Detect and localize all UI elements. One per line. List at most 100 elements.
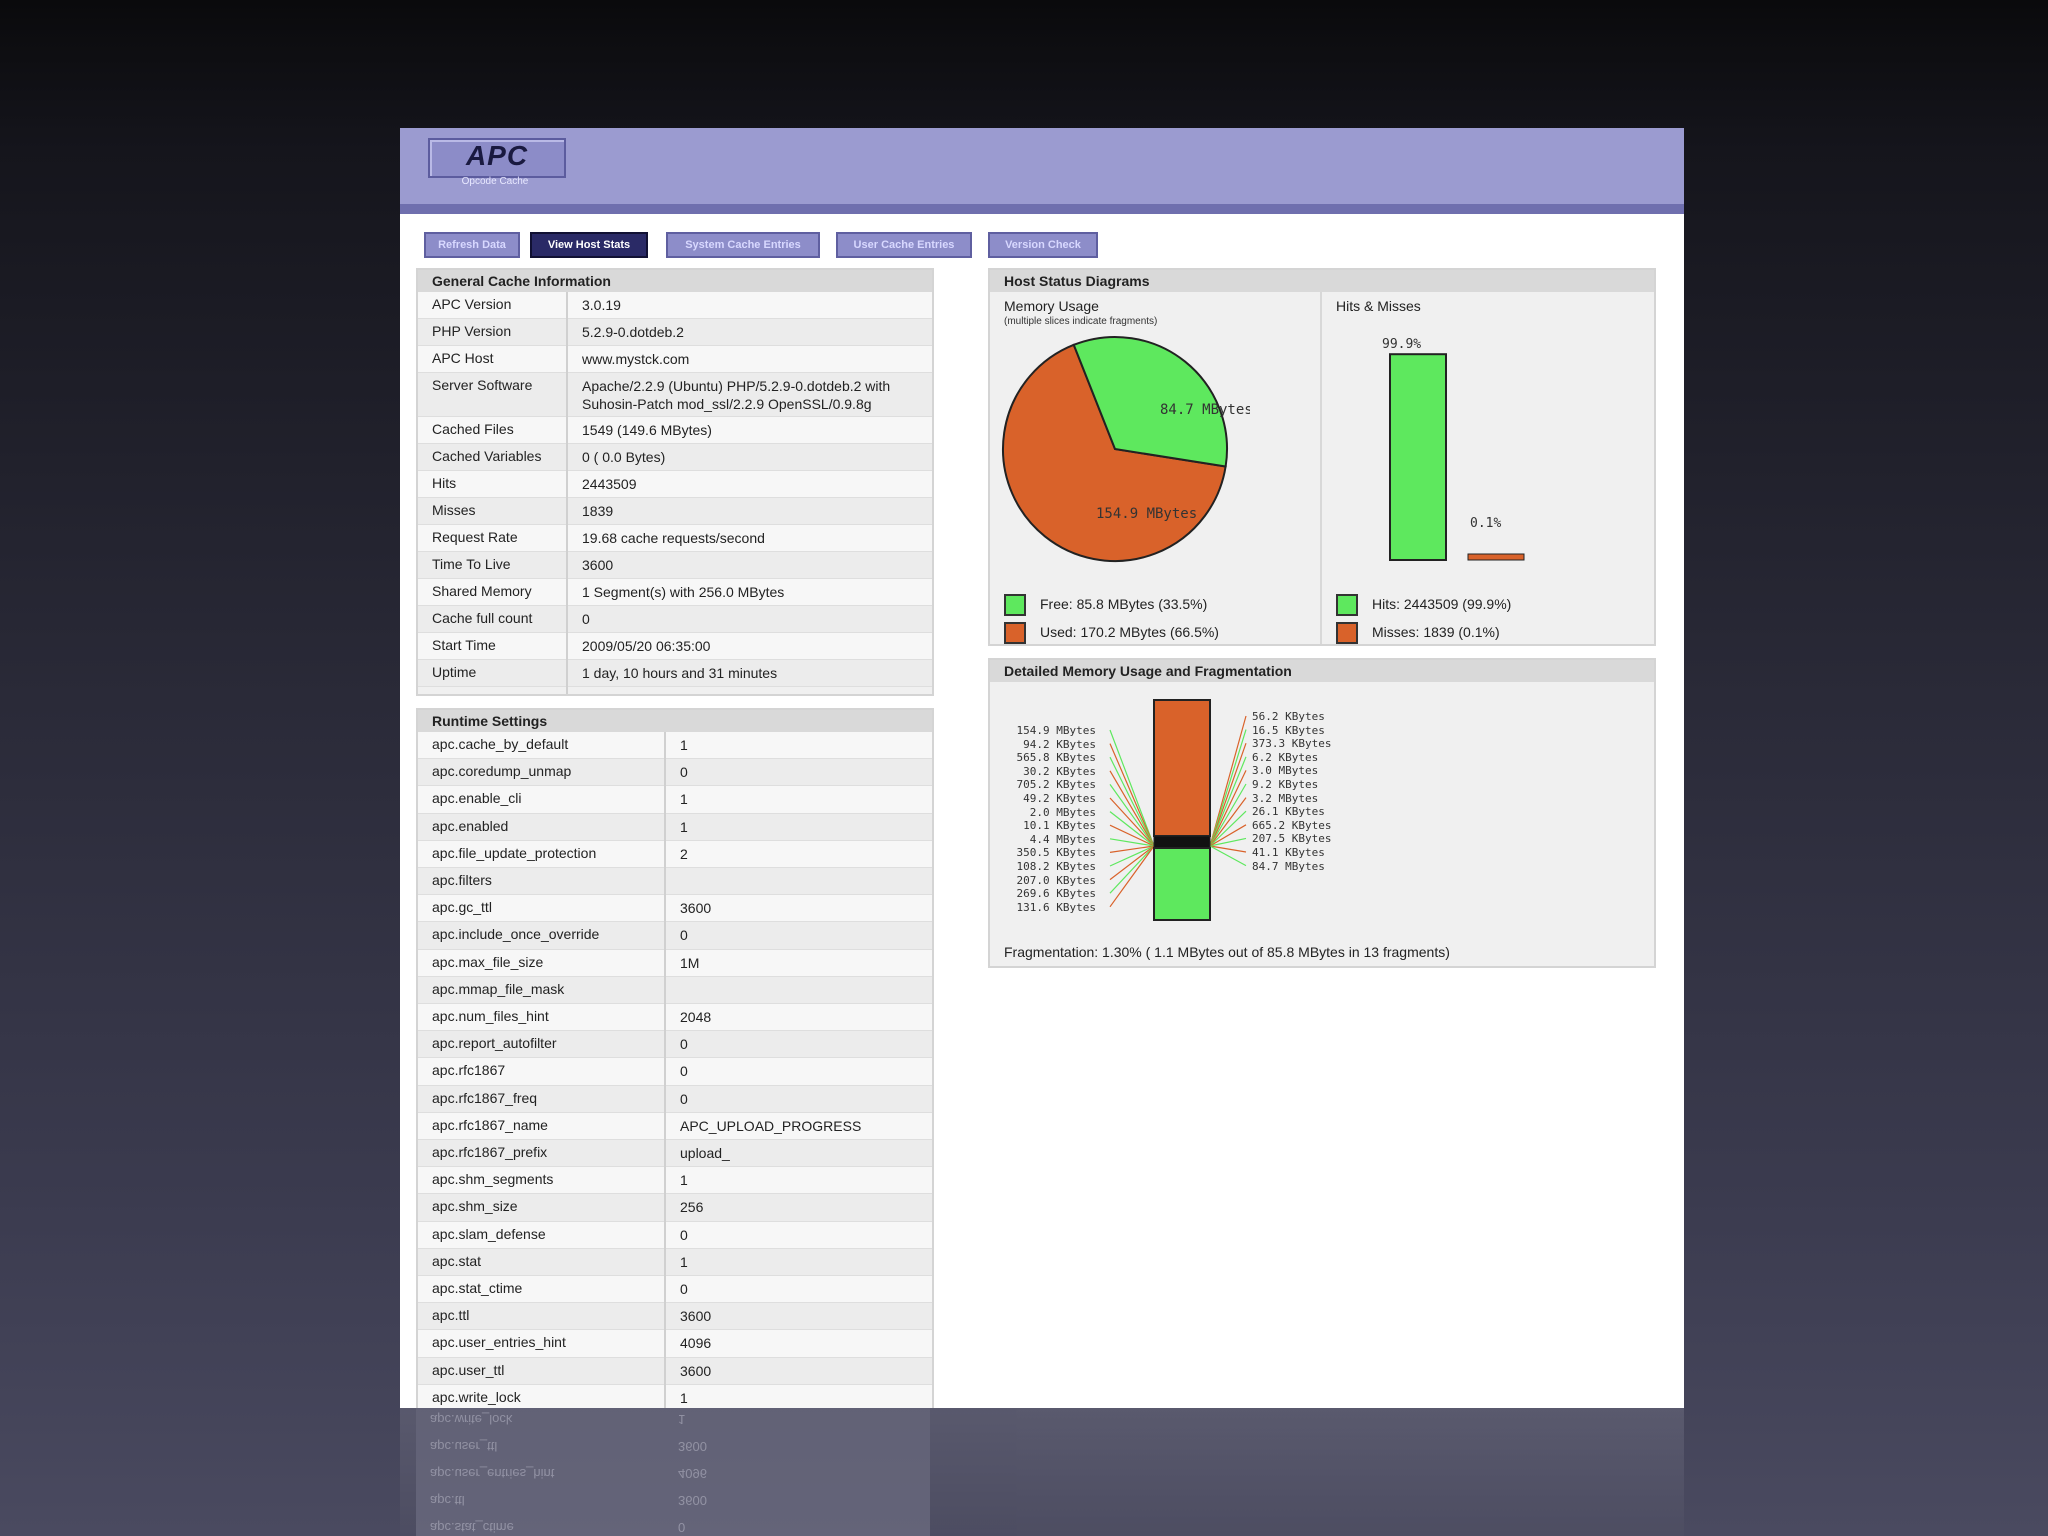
runtime-setting-row: apc.stat_ctime 0: [418, 1276, 932, 1304]
runtime-setting-value: 0: [680, 1226, 688, 1243]
runtime-settings-panel: Runtime Settings apc.cache_by_default 1 ap…: [416, 708, 934, 1408]
runtime-setting-value: 3600: [680, 1308, 712, 1325]
apc-logo[interactable]: APC: [428, 138, 566, 178]
fragment-label-left: 2.0 MBytes: [1029, 805, 1096, 819]
runtime-setting-key: apc.ttl: [432, 1307, 470, 1324]
runtime-setting-key: apc.num_files_hint: [432, 1008, 549, 1024]
fragment-label-right: 3.2 MBytes: [1252, 791, 1319, 805]
view-host-stats-tab[interactable]: View Host Stats: [530, 232, 648, 258]
runtime-setting-key: apc.report_autofilter: [432, 1035, 557, 1052]
runtime-setting-row: apc.rfc1867 0: [418, 1058, 932, 1086]
fragment-connector-right: [1209, 743, 1247, 847]
general-cache-info-panel: General Cache Information APC Version 3.0…: [416, 268, 934, 696]
runtime-setting-value: 0: [680, 1281, 688, 1297]
pie-used-label: 154.9 MBytes: [1096, 506, 1197, 522]
runtime-setting-value: 1: [680, 737, 688, 753]
runtime-setting-key: apc.include_once_override: [432, 926, 600, 943]
runtime-setting-row: apc.ttl 3600: [418, 1303, 932, 1331]
runtime-setting-row: apc.enable_cli 1: [418, 786, 932, 814]
reflection-value: 0: [678, 1520, 686, 1535]
general-info-value: Apache/2.2.9 (Ubuntu) PHP/5.2.9-0.dotdeb…: [582, 378, 891, 394]
runtime-setting-row: apc.shm_segments 1: [418, 1167, 932, 1195]
reflection-key: apc.write_lock: [430, 1412, 513, 1427]
reflection-value: 1: [678, 1412, 686, 1427]
legend-hits-text: Hits: 2443509 (99.9%): [1372, 596, 1512, 612]
fragment-label-left: 154.9 MBytes: [1016, 724, 1096, 737]
general-info-value: 1 day, 10 hours and 31 minutes: [582, 665, 778, 681]
system-cache-entries-tab[interactable]: System Cache Entries: [666, 232, 820, 258]
fragment-label-left: 10.1 KBytes: [1023, 819, 1096, 833]
runtime-setting-value: 1: [680, 818, 688, 835]
general-info-key: APC Version: [432, 296, 512, 312]
fragment-label-right: 665.2 KBytes: [1252, 818, 1332, 832]
hits-pct-label: 99.9%: [1382, 337, 1421, 352]
memory-usage-pie: 84.7 MBytes 154.9 MBytes: [1002, 336, 1250, 562]
fragment-label-left: 565.8 KBytes: [1016, 751, 1096, 765]
fragment-connector-right: [1209, 797, 1247, 847]
runtime-setting-value: 2: [680, 845, 688, 862]
logo-title: APC: [465, 140, 529, 171]
hits-bar: [1389, 353, 1447, 562]
fragment-label-left: 131.6 KBytes: [1016, 900, 1096, 914]
fragment-label-left: 350.5 KBytes: [1016, 846, 1096, 860]
runtime-setting-key: apc.stat: [432, 1252, 482, 1269]
general-info-value: 0: [582, 611, 590, 627]
runtime-setting-key: apc.filters: [432, 872, 492, 888]
legend-hits-swatch: [1336, 594, 1358, 616]
runtime-setting-value: APC_UPLOAD_PROGRESS: [680, 1117, 862, 1134]
runtime-setting-value: upload_: [680, 1145, 730, 1161]
legend-misses-swatch: [1336, 622, 1358, 644]
runtime-setting-key: apc.user_ttl: [432, 1361, 505, 1378]
general-info-key: Start Time: [432, 637, 496, 653]
runtime-setting-row: apc.file_update_protection 2: [418, 840, 932, 868]
runtime-setting-row: apc.stat 1: [418, 1248, 932, 1276]
runtime-setting-row: apc.gc_ttl 3600: [418, 895, 932, 923]
runtime-setting-row: apc.enabled 1: [418, 813, 932, 841]
runtime-setting-key: apc.rfc1867_name: [432, 1116, 548, 1133]
runtime-setting-value: 0: [680, 764, 688, 781]
slide-reflection: apc.write_lock 1 apc.user_ttl 3600 apc.user_…: [400, 1408, 1684, 1536]
logo-subtitle: Opcode Cache: [461, 176, 529, 187]
refresh-data-button[interactable]: Refresh Data: [424, 232, 520, 258]
general-info-row: APC Host www.mystck.com: [418, 346, 932, 373]
reflection-value: 4096: [678, 1466, 707, 1481]
fragment-label-left: 207.0 KBytes: [1016, 873, 1096, 887]
general-info-key: Request Rate: [432, 529, 518, 545]
fragment-label-right: 207.5 KBytes: [1252, 832, 1332, 846]
runtime-setting-value: 3600: [680, 1362, 712, 1379]
reflection-key: apc.user_ttl: [430, 1439, 498, 1454]
misses-pct-label: 0.1%: [1470, 516, 1501, 531]
fragment-label-right: 26.1 KBytes: [1252, 805, 1325, 819]
general-info-key: Uptime: [432, 664, 477, 680]
fragment-label-right: 56.2 KBytes: [1252, 710, 1325, 723]
runtime-setting-row: apc.max_file_size 1M: [418, 949, 932, 977]
runtime-setting-row: apc.user_entries_hint 4096: [418, 1330, 932, 1358]
fragment-label-left: 705.2 KBytes: [1016, 778, 1096, 792]
reflection-value: 3600: [678, 1439, 707, 1454]
fragment-label-right: 373.3 KBytes: [1252, 737, 1332, 751]
runtime-setting-value: 0: [680, 927, 688, 944]
runtime-setting-value: 4096: [680, 1335, 712, 1352]
general-info-value: 2009/05/20 06:35:00: [582, 638, 711, 654]
fragment-label-left: 269.6 KBytes: [1016, 887, 1096, 901]
user-cache-entries-tab[interactable]: User Cache Entries: [836, 232, 972, 258]
version-check-button[interactable]: Version Check: [988, 232, 1098, 258]
runtime-setting-value: 3600: [680, 900, 712, 917]
general-info-value-line2: Suhosin-Patch mod_ssl/2.2.9 OpenSSL/0.9.…: [582, 396, 872, 412]
runtime-setting-key: apc.shm_segments: [432, 1171, 554, 1188]
legend-misses-text: Misses: 1839 (0.1%): [1372, 624, 1500, 640]
runtime-setting-key: apc.enabled: [432, 817, 509, 834]
runtime-setting-row: apc.filters: [418, 868, 932, 896]
runtime-setting-row: apc.rfc1867_prefix upload_: [418, 1140, 932, 1168]
runtime-setting-row: apc.cache_by_default 1: [418, 732, 932, 760]
runtime-setting-value: 256: [680, 1199, 704, 1216]
general-info-value: 1 Segment(s) with 256.0 MBytes: [582, 584, 785, 600]
runtime-setting-row: apc.slam_defense 0: [418, 1221, 932, 1249]
general-info-key: Cached Variables: [432, 448, 542, 464]
general-info-key: Cache full count: [432, 610, 533, 626]
reflection-key: apc.stat_ctime: [430, 1520, 514, 1535]
runtime-setting-key: apc.shm_size: [432, 1198, 518, 1215]
runtime-setting-value: 0: [680, 1036, 688, 1053]
runtime-setting-key: apc.rfc1867: [432, 1062, 506, 1079]
fragment-connector-right: [1209, 756, 1247, 847]
